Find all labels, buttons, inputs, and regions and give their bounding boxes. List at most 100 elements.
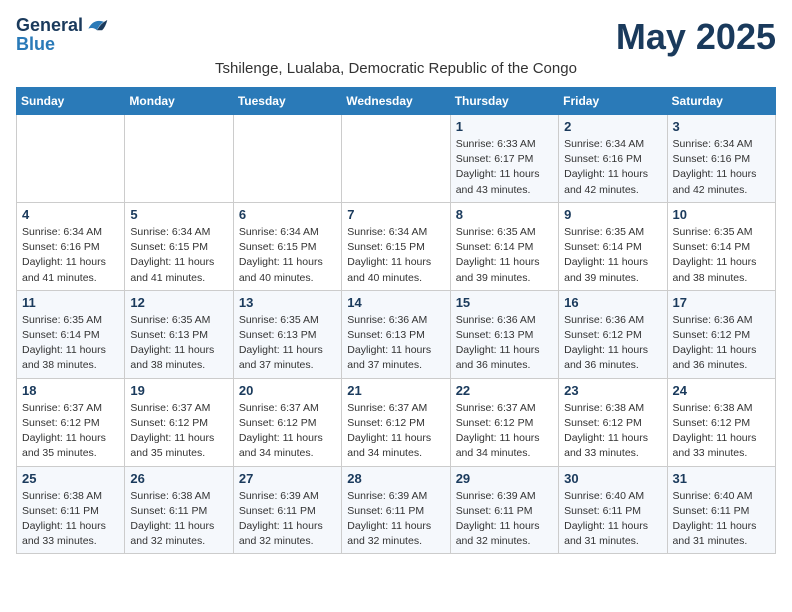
- calendar-day-cell: [17, 115, 125, 203]
- calendar-day-cell: 5 Sunrise: 6:34 AM Sunset: 6:15 PM Daylig…: [125, 202, 233, 290]
- logo-blue: Blue: [16, 34, 109, 55]
- day-number: 5: [130, 207, 227, 222]
- weekday-header-cell: Friday: [559, 88, 667, 115]
- day-number: 11: [22, 295, 119, 310]
- weekday-header-cell: Monday: [125, 88, 233, 115]
- day-number: 7: [347, 207, 444, 222]
- day-number: 2: [564, 119, 661, 134]
- calendar-day-cell: 1 Sunrise: 6:33 AM Sunset: 6:17 PM Daylig…: [450, 115, 558, 203]
- day-detail: Sunrise: 6:37 AM Sunset: 6:12 PM Dayligh…: [456, 401, 553, 462]
- day-detail: Sunrise: 6:40 AM Sunset: 6:11 PM Dayligh…: [564, 489, 661, 550]
- day-detail: Sunrise: 6:38 AM Sunset: 6:11 PM Dayligh…: [22, 489, 119, 550]
- day-detail: Sunrise: 6:34 AM Sunset: 6:16 PM Dayligh…: [673, 137, 770, 198]
- day-number: 24: [673, 383, 770, 398]
- calendar-day-cell: 25Sunrise: 6:38 AM Sunset: 6:11 PM Dayli…: [17, 466, 125, 554]
- calendar-day-cell: 28 Sunrise: 6:39 AM Sunset: 6:11 PM Dayli…: [342, 466, 450, 554]
- calendar-day-cell: 11 Sunrise: 6:35 AM Sunset: 6:14 PM Dayli…: [17, 290, 125, 378]
- calendar-day-cell: 2 Sunrise: 6:34 AM Sunset: 6:16 PM Daylig…: [559, 115, 667, 203]
- calendar-day-cell: [125, 115, 233, 203]
- day-detail: Sunrise: 6:38 AM Sunset: 6:12 PM Dayligh…: [673, 401, 770, 462]
- day-number: 22: [456, 383, 553, 398]
- day-detail: Sunrise: 6:35 AM Sunset: 6:13 PM Dayligh…: [239, 313, 336, 374]
- day-detail: Sunrise: 6:34 AM Sunset: 6:15 PM Dayligh…: [347, 225, 444, 286]
- calendar-day-cell: 8 Sunrise: 6:35 AM Sunset: 6:14 PM Daylig…: [450, 202, 558, 290]
- calendar-day-cell: 7 Sunrise: 6:34 AM Sunset: 6:15 PM Daylig…: [342, 202, 450, 290]
- day-number: 17: [673, 295, 770, 310]
- calendar-day-cell: 3 Sunrise: 6:34 AM Sunset: 6:16 PM Daylig…: [667, 115, 775, 203]
- calendar-day-cell: 14 Sunrise: 6:36 AM Sunset: 6:13 PM Dayli…: [342, 290, 450, 378]
- logo: General Blue: [16, 16, 109, 55]
- calendar-day-cell: 6Sunrise: 6:34 AM Sunset: 6:15 PM Daylig…: [233, 202, 341, 290]
- calendar-day-cell: 18Sunrise: 6:37 AM Sunset: 6:12 PM Dayli…: [17, 378, 125, 466]
- calendar-day-cell: 31 Sunrise: 6:40 AM Sunset: 6:11 PM Dayli…: [667, 466, 775, 554]
- day-detail: Sunrise: 6:36 AM Sunset: 6:13 PM Dayligh…: [456, 313, 553, 374]
- logo-bird-icon: [85, 16, 109, 36]
- day-detail: Sunrise: 6:35 AM Sunset: 6:14 PM Dayligh…: [673, 225, 770, 286]
- day-number: 8: [456, 207, 553, 222]
- day-detail: Sunrise: 6:38 AM Sunset: 6:12 PM Dayligh…: [564, 401, 661, 462]
- calendar-day-cell: 16Sunrise: 6:36 AM Sunset: 6:12 PM Dayli…: [559, 290, 667, 378]
- weekday-header-cell: Wednesday: [342, 88, 450, 115]
- month-title: May 2025: [616, 16, 776, 58]
- day-detail: Sunrise: 6:37 AM Sunset: 6:12 PM Dayligh…: [347, 401, 444, 462]
- day-number: 26: [130, 471, 227, 486]
- day-number: 4: [22, 207, 119, 222]
- calendar-day-cell: [233, 115, 341, 203]
- day-number: 3: [673, 119, 770, 134]
- day-detail: Sunrise: 6:34 AM Sunset: 6:15 PM Dayligh…: [130, 225, 227, 286]
- day-detail: Sunrise: 6:34 AM Sunset: 6:15 PM Dayligh…: [239, 225, 336, 286]
- day-number: 21: [347, 383, 444, 398]
- day-number: 14: [347, 295, 444, 310]
- calendar-day-cell: 24 Sunrise: 6:38 AM Sunset: 6:12 PM Dayli…: [667, 378, 775, 466]
- day-number: 19: [130, 383, 227, 398]
- day-detail: Sunrise: 6:39 AM Sunset: 6:11 PM Dayligh…: [456, 489, 553, 550]
- day-detail: Sunrise: 6:39 AM Sunset: 6:11 PM Dayligh…: [347, 489, 444, 550]
- calendar-day-cell: [342, 115, 450, 203]
- day-detail: Sunrise: 6:33 AM Sunset: 6:17 PM Dayligh…: [456, 137, 553, 198]
- calendar-day-cell: 26 Sunrise: 6:38 AM Sunset: 6:11 PM Dayli…: [125, 466, 233, 554]
- weekday-header-cell: Saturday: [667, 88, 775, 115]
- day-detail: Sunrise: 6:35 AM Sunset: 6:13 PM Dayligh…: [130, 313, 227, 374]
- day-detail: Sunrise: 6:38 AM Sunset: 6:11 PM Dayligh…: [130, 489, 227, 550]
- day-number: 13: [239, 295, 336, 310]
- calendar-day-cell: 4 Sunrise: 6:34 AM Sunset: 6:16 PM Daylig…: [17, 202, 125, 290]
- weekday-header-cell: Tuesday: [233, 88, 341, 115]
- day-detail: Sunrise: 6:34 AM Sunset: 6:16 PM Dayligh…: [22, 225, 119, 286]
- day-number: 23: [564, 383, 661, 398]
- day-number: 9: [564, 207, 661, 222]
- day-number: 12: [130, 295, 227, 310]
- calendar-day-cell: 9 Sunrise: 6:35 AM Sunset: 6:14 PM Daylig…: [559, 202, 667, 290]
- day-detail: Sunrise: 6:35 AM Sunset: 6:14 PM Dayligh…: [456, 225, 553, 286]
- calendar-day-cell: 13 Sunrise: 6:35 AM Sunset: 6:13 PM Dayli…: [233, 290, 341, 378]
- day-number: 20: [239, 383, 336, 398]
- calendar-week-row: 1 Sunrise: 6:33 AM Sunset: 6:17 PM Daylig…: [17, 115, 776, 203]
- day-number: 31: [673, 471, 770, 486]
- day-detail: Sunrise: 6:40 AM Sunset: 6:11 PM Dayligh…: [673, 489, 770, 550]
- calendar-day-cell: 10 Sunrise: 6:35 AM Sunset: 6:14 PM Dayli…: [667, 202, 775, 290]
- calendar-day-cell: 12 Sunrise: 6:35 AM Sunset: 6:13 PM Dayli…: [125, 290, 233, 378]
- day-detail: Sunrise: 6:36 AM Sunset: 6:13 PM Dayligh…: [347, 313, 444, 374]
- calendar-week-row: 4 Sunrise: 6:34 AM Sunset: 6:16 PM Daylig…: [17, 202, 776, 290]
- calendar-day-cell: 15 Sunrise: 6:36 AM Sunset: 6:13 PM Dayli…: [450, 290, 558, 378]
- day-number: 29: [456, 471, 553, 486]
- location-title: Tshilenge, Lualaba, Democratic Republic …: [16, 60, 776, 77]
- day-detail: Sunrise: 6:37 AM Sunset: 6:12 PM Dayligh…: [22, 401, 119, 462]
- day-detail: Sunrise: 6:35 AM Sunset: 6:14 PM Dayligh…: [564, 225, 661, 286]
- calendar-week-row: 25Sunrise: 6:38 AM Sunset: 6:11 PM Dayli…: [17, 466, 776, 554]
- day-number: 15: [456, 295, 553, 310]
- calendar-day-cell: 21 Sunrise: 6:37 AM Sunset: 6:12 PM Dayli…: [342, 378, 450, 466]
- day-detail: Sunrise: 6:35 AM Sunset: 6:14 PM Dayligh…: [22, 313, 119, 374]
- day-number: 27: [239, 471, 336, 486]
- calendar-day-cell: 19Sunrise: 6:37 AM Sunset: 6:12 PM Dayli…: [125, 378, 233, 466]
- day-number: 28: [347, 471, 444, 486]
- weekday-header-cell: Thursday: [450, 88, 558, 115]
- day-number: 1: [456, 119, 553, 134]
- day-detail: Sunrise: 6:34 AM Sunset: 6:16 PM Dayligh…: [564, 137, 661, 198]
- calendar-day-cell: 29 Sunrise: 6:39 AM Sunset: 6:11 PM Dayli…: [450, 466, 558, 554]
- calendar-day-cell: 22 Sunrise: 6:37 AM Sunset: 6:12 PM Dayli…: [450, 378, 558, 466]
- day-detail: Sunrise: 6:37 AM Sunset: 6:12 PM Dayligh…: [239, 401, 336, 462]
- calendar-week-row: 18Sunrise: 6:37 AM Sunset: 6:12 PM Dayli…: [17, 378, 776, 466]
- day-detail: Sunrise: 6:36 AM Sunset: 6:12 PM Dayligh…: [673, 313, 770, 374]
- day-number: 16: [564, 295, 661, 310]
- day-number: 10: [673, 207, 770, 222]
